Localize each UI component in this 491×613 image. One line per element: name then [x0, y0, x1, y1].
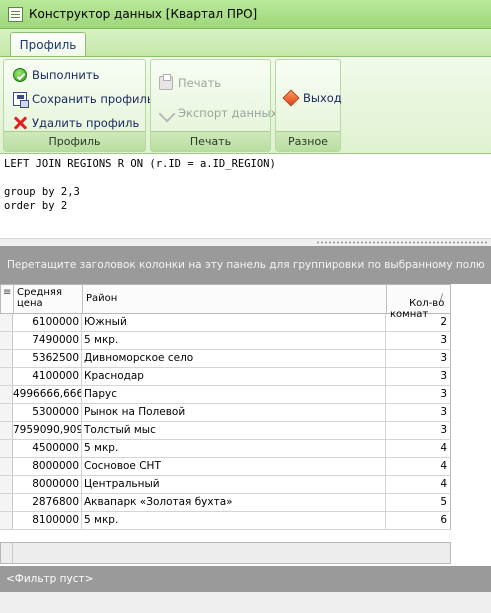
cell-price[interactable]: 4996666,666 [13, 386, 82, 403]
column-header-district[interactable]: Район [83, 285, 387, 314]
row-indicator[interactable] [0, 458, 13, 475]
tab-profile[interactable]: Профиль [10, 32, 86, 58]
cell-rooms[interactable]: 3 [386, 332, 451, 349]
column-header-price[interactable]: Средняя цена [14, 285, 83, 314]
window-title: Конструктор данных [Квартал ПРО] [29, 7, 258, 21]
table-row[interactable]: 8000000 Сосновое СНТ 4 [0, 458, 451, 476]
footer-indicator [1, 543, 13, 563]
ribbon-group-caption: Печать [151, 131, 270, 151]
column-header-rooms[interactable]: Кол-во комнат / [387, 285, 451, 320]
table-row[interactable]: 5362500 Дивноморское село 3 [0, 350, 451, 368]
row-indicator[interactable] [0, 368, 13, 385]
sql-editor[interactable]: LEFT JOIN REGIONS R ON (r.ID = a.ID_REGI… [0, 154, 491, 238]
row-indicator[interactable] [0, 314, 13, 331]
ribbon-group-profile: Выполнить Сохранить профиль Удалить проф… [3, 59, 154, 152]
row-indicator[interactable] [0, 404, 13, 421]
cell-rooms[interactable]: 3 [386, 368, 451, 385]
sort-icon: / [439, 293, 443, 303]
row-indicator[interactable] [0, 494, 13, 511]
cell-price[interactable]: 4500000 [13, 440, 82, 457]
table-row[interactable]: 6100000 Южный 2 [0, 314, 451, 332]
cell-district[interactable]: Дивноморское село [82, 350, 386, 367]
cell-rooms[interactable]: 3 [386, 350, 451, 367]
data-grid: Средняя цена Район Кол-во комнат / 61000… [0, 284, 491, 564]
table-row[interactable]: 7490000 5 мкр. 3 [0, 332, 451, 350]
cell-rooms[interactable]: 4 [386, 458, 451, 475]
ribbon-group-print: Печать Экспорт данных Печать [150, 59, 277, 152]
cell-district[interactable]: Толстый мыс [82, 422, 386, 439]
cell-rooms[interactable]: 4 [386, 440, 451, 457]
cell-price[interactable]: 5362500 [13, 350, 82, 367]
row-indicator[interactable] [0, 512, 13, 529]
exit-icon [282, 89, 300, 107]
cell-price[interactable]: 7490000 [13, 332, 82, 349]
row-indicator[interactable] [0, 440, 13, 457]
table-row[interactable]: 4996666,666 Парус 3 [0, 386, 451, 404]
cell-district[interactable]: Парус [82, 386, 386, 403]
filter-status[interactable]: <Фильтр пуст> [6, 573, 93, 585]
row-indicator[interactable] [0, 476, 13, 493]
run-icon [13, 68, 27, 82]
grid-header: Средняя цена Район Кол-во комнат / [0, 284, 451, 320]
cell-rooms[interactable]: 6 [386, 512, 451, 529]
cell-district[interactable]: Южный [82, 314, 386, 331]
cell-price[interactable]: 7959090,909 [13, 422, 82, 439]
cell-district[interactable]: 5 мкр. [82, 332, 386, 349]
status-area [0, 592, 491, 613]
cell-price[interactable]: 6100000 [13, 314, 82, 331]
cell-rooms[interactable]: 3 [386, 386, 451, 403]
filter-bar[interactable]: <Фильтр пуст> [0, 566, 491, 592]
cell-price[interactable]: 5300000 [13, 404, 82, 421]
grid-footer [0, 542, 451, 564]
cell-district[interactable]: Аквапарк «Золотая бухта» [82, 494, 386, 511]
cell-price[interactable]: 8000000 [13, 476, 82, 493]
row-indicator[interactable] [0, 386, 13, 403]
cell-district[interactable]: 5 мкр. [82, 440, 386, 457]
ribbon-tab-strip: Профиль [0, 29, 491, 58]
ribbon: Выполнить Сохранить профиль Удалить проф… [0, 56, 491, 154]
cell-rooms[interactable]: 2 [386, 314, 451, 331]
cell-price[interactable]: 4100000 [13, 368, 82, 385]
ribbon-group-caption: Профиль [4, 131, 145, 151]
table-row[interactable]: 8000000 Центральный 4 [0, 476, 451, 494]
export-icon [159, 106, 173, 120]
splitter[interactable] [0, 238, 491, 246]
table-row[interactable]: 7959090,909 Толстый мыс 3 [0, 422, 451, 440]
cell-rooms[interactable]: 3 [386, 404, 451, 421]
cell-rooms[interactable]: 4 [386, 476, 451, 493]
app-icon [8, 7, 23, 22]
title-bar: Конструктор данных [Квартал ПРО] [0, 0, 491, 29]
delete-icon [13, 116, 27, 130]
cell-rooms[interactable]: 3 [386, 422, 451, 439]
cell-rooms[interactable]: 5 [386, 494, 451, 511]
cell-district[interactable]: Сосновое СНТ [82, 458, 386, 475]
table-row[interactable]: 4100000 Краснодар 3 [0, 368, 451, 386]
group-panel-hint: Перетащите заголовок колонки на эту пане… [7, 259, 485, 271]
splitter-grip[interactable] [316, 241, 488, 244]
group-by-panel[interactable]: Перетащите заголовок колонки на эту пане… [0, 246, 491, 284]
save-icon [13, 92, 29, 108]
table-row[interactable]: 4500000 5 мкр. 4 [0, 440, 451, 458]
cell-district[interactable]: Рынок на Полевой [82, 404, 386, 421]
ribbon-group-caption: Разное [276, 131, 340, 151]
table-row[interactable]: 2876800 Аквапарк «Золотая бухта» 5 [0, 494, 451, 512]
cell-price[interactable]: 8000000 [13, 458, 82, 475]
printer-icon [159, 74, 173, 90]
table-row[interactable]: 8100000 5 мкр. 6 [0, 512, 451, 530]
row-indicator[interactable] [0, 350, 13, 367]
row-indicator[interactable] [0, 332, 13, 349]
cell-district[interactable]: Краснодар [82, 368, 386, 385]
cell-price[interactable]: 2876800 [13, 494, 82, 511]
cell-price[interactable]: 8100000 [13, 512, 82, 529]
table-row[interactable]: 5300000 Рынок на Полевой 3 [0, 404, 451, 422]
row-indicator[interactable] [0, 422, 13, 439]
cell-district[interactable]: Центральный [82, 476, 386, 493]
ribbon-group-misc: Выход Разное [275, 59, 342, 152]
column-chooser-icon[interactable] [1, 285, 14, 314]
cell-district[interactable]: 5 мкр. [82, 512, 386, 529]
